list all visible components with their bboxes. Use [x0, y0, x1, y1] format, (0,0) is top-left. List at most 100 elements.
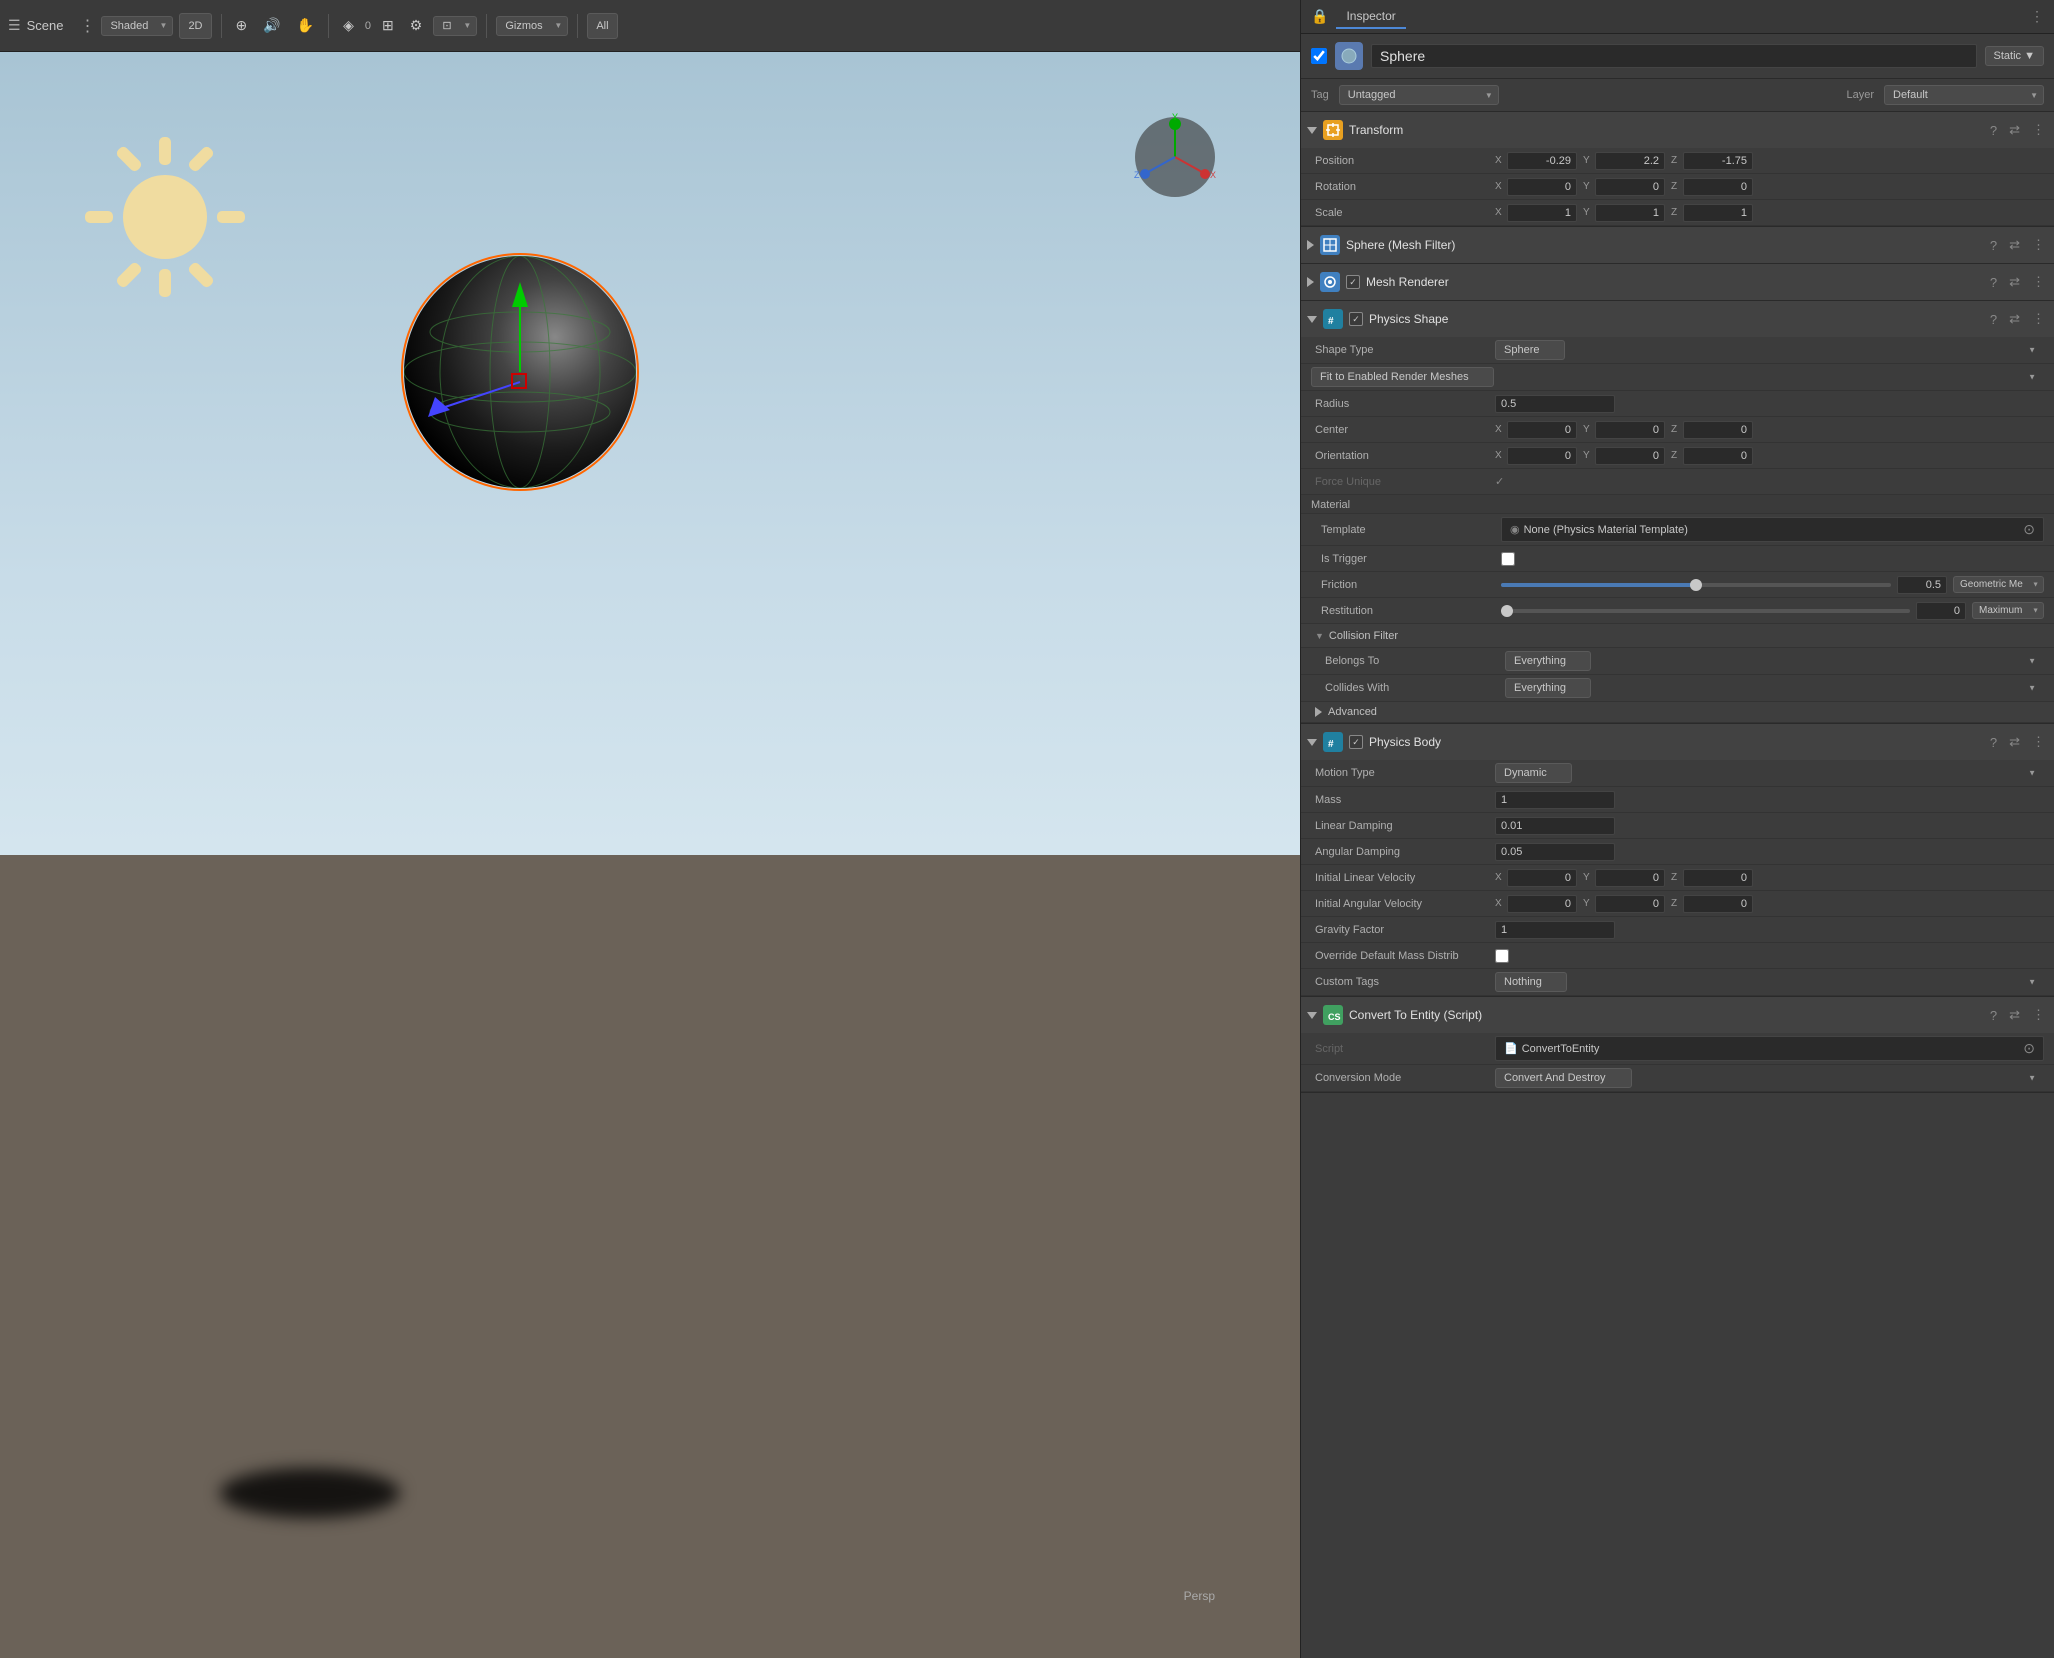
orientation-y-input[interactable]: [1595, 447, 1665, 465]
init-angular-vel-x-input[interactable]: [1507, 895, 1577, 913]
physics-shape-more-icon[interactable]: ⋮: [2029, 309, 2048, 329]
inspector-tab[interactable]: Inspector: [1336, 5, 1405, 29]
gizmos-dropdown-wrapper[interactable]: Gizmos: [496, 16, 568, 36]
scale-z-input[interactable]: [1683, 204, 1753, 222]
restitution-slider-thumb[interactable]: [1501, 605, 1513, 617]
transform-help-icon[interactable]: ?: [1987, 121, 2000, 140]
friction-mode-dropdown[interactable]: Geometric Me: [1953, 576, 2044, 593]
mesh-renderer-more-icon[interactable]: ⋮: [2029, 272, 2048, 292]
belongs-to-dropdown-wrapper[interactable]: Everything: [1505, 651, 2044, 671]
physics-body-more-icon[interactable]: ⋮: [2029, 732, 2048, 752]
init-angular-vel-z-input[interactable]: [1683, 895, 1753, 913]
conversion-mode-dropdown[interactable]: Convert And Destroy: [1495, 1068, 1632, 1088]
position-z-input[interactable]: [1683, 152, 1753, 170]
convert-entity-help-icon[interactable]: ?: [1987, 1006, 2000, 1025]
angular-damping-input[interactable]: [1495, 843, 1615, 861]
shape-type-dropdown-wrapper[interactable]: Sphere: [1495, 340, 2044, 360]
physics-shape-settings-icon[interactable]: ⇄: [2006, 309, 2023, 329]
collision-filter-header[interactable]: ▼ Collision Filter: [1301, 624, 2054, 648]
fit-dropdown[interactable]: Fit to Enabled Render Meshes: [1311, 367, 1494, 387]
friction-slider-thumb[interactable]: [1690, 579, 1702, 591]
transform-dropdown-wrapper[interactable]: ⊡: [433, 16, 477, 36]
fit-button-wrapper[interactable]: Fit to Enabled Render Meshes: [1311, 367, 2044, 387]
audio-icon[interactable]: 🔊: [258, 13, 285, 39]
gizmos-dropdown[interactable]: Gizmos: [496, 16, 568, 36]
motion-type-dropdown[interactable]: Dynamic: [1495, 763, 1572, 783]
center-y-input[interactable]: [1595, 421, 1665, 439]
physics-body-header[interactable]: # ✓ Physics Body ? ⇄ ⋮: [1301, 724, 2054, 760]
restitution-slider[interactable]: [1501, 609, 1910, 613]
transform-header[interactable]: Transform ? ⇄ ⋮: [1301, 112, 2054, 148]
physics-shape-header[interactable]: # ✓ Physics Shape ? ⇄ ⋮: [1301, 301, 2054, 337]
layer-dropdown[interactable]: Default: [1884, 85, 2044, 105]
radius-input[interactable]: [1495, 395, 1615, 413]
rotation-x-input[interactable]: [1507, 178, 1577, 196]
mesh-filter-help-icon[interactable]: ?: [1987, 236, 2000, 255]
script-picker-icon[interactable]: ⊙: [2023, 1040, 2035, 1057]
rotation-y-input[interactable]: [1595, 178, 1665, 196]
static-button[interactable]: Static ▼: [1985, 46, 2044, 66]
scene-gizmo[interactable]: Y X Z: [1130, 112, 1220, 202]
collides-with-dropdown-wrapper[interactable]: Everything: [1505, 678, 2044, 698]
scene-menu-icon[interactable]: ☰: [8, 17, 21, 34]
custom-tags-dropdown-wrapper[interactable]: Nothing: [1495, 972, 2044, 992]
object-name-input[interactable]: [1371, 44, 1977, 68]
mass-input[interactable]: [1495, 791, 1615, 809]
convert-entity-more-icon[interactable]: ⋮: [2029, 1005, 2048, 1025]
transform-dropdown[interactable]: ⊡: [433, 16, 477, 36]
custom-tags-dropdown[interactable]: Nothing: [1495, 972, 1567, 992]
all-button[interactable]: All: [587, 13, 617, 39]
position-y-input[interactable]: [1595, 152, 1665, 170]
2d-button[interactable]: 2D: [179, 13, 211, 39]
physics-body-help-icon[interactable]: ?: [1987, 733, 2000, 752]
sphere-object[interactable]: [400, 252, 640, 492]
physics-body-checkbox[interactable]: ✓: [1349, 735, 1363, 749]
move-icon[interactable]: ⊕: [231, 13, 253, 39]
layers-icon[interactable]: ◈: [338, 13, 359, 39]
belongs-to-dropdown[interactable]: Everything: [1505, 651, 1591, 671]
friction-mode-wrapper[interactable]: Geometric Me: [1953, 576, 2044, 593]
mesh-renderer-checkbox[interactable]: ✓: [1346, 275, 1360, 289]
linear-damping-input[interactable]: [1495, 817, 1615, 835]
restitution-mode-wrapper[interactable]: Maximum: [1972, 602, 2044, 619]
init-angular-vel-y-input[interactable]: [1595, 895, 1665, 913]
friction-slider[interactable]: [1501, 583, 1891, 587]
scale-x-input[interactable]: [1507, 204, 1577, 222]
inspector-more-icon[interactable]: ⋮: [2030, 8, 2044, 25]
transform-settings-icon[interactable]: ⇄: [2006, 120, 2023, 140]
advanced-row[interactable]: Advanced: [1301, 702, 2054, 723]
mesh-filter-more-icon[interactable]: ⋮: [2029, 235, 2048, 255]
grid-icon[interactable]: ⊞: [377, 13, 399, 39]
physics-body-settings-icon[interactable]: ⇄: [2006, 732, 2023, 752]
conversion-mode-dropdown-wrapper[interactable]: Convert And Destroy: [1495, 1068, 2044, 1088]
motion-type-dropdown-wrapper[interactable]: Dynamic: [1495, 763, 2044, 783]
transform-more-icon[interactable]: ⋮: [2029, 120, 2048, 140]
scale-y-input[interactable]: [1595, 204, 1665, 222]
lock-icon[interactable]: 🔒: [1311, 8, 1328, 25]
shaded-dropdown[interactable]: Shaded: [101, 16, 173, 36]
scene-dots-icon[interactable]: ⋮: [79, 16, 95, 36]
shaded-dropdown-wrapper[interactable]: Shaded: [101, 16, 173, 36]
friction-value-input[interactable]: [1897, 576, 1947, 594]
orientation-z-input[interactable]: [1683, 447, 1753, 465]
mesh-filter-settings-icon[interactable]: ⇄: [2006, 235, 2023, 255]
physics-shape-help-icon[interactable]: ?: [1987, 310, 2000, 329]
center-x-input[interactable]: [1507, 421, 1577, 439]
object-active-checkbox[interactable]: [1311, 48, 1327, 64]
convert-entity-settings-icon[interactable]: ⇄: [2006, 1005, 2023, 1025]
override-mass-checkbox[interactable]: [1495, 949, 1509, 963]
position-x-input[interactable]: [1507, 152, 1577, 170]
rotation-z-input[interactable]: [1683, 178, 1753, 196]
mesh-renderer-settings-icon[interactable]: ⇄: [2006, 272, 2023, 292]
init-linear-vel-z-input[interactable]: [1683, 869, 1753, 887]
gravity-factor-input[interactable]: [1495, 921, 1615, 939]
template-picker-icon[interactable]: ⊙: [2023, 521, 2035, 538]
hand-icon[interactable]: ✋: [292, 13, 319, 39]
init-linear-vel-y-input[interactable]: [1595, 869, 1665, 887]
mesh-filter-header[interactable]: Sphere (Mesh Filter) ? ⇄ ⋮: [1301, 227, 2054, 263]
physics-shape-checkbox[interactable]: ✓: [1349, 312, 1363, 326]
shape-type-dropdown[interactable]: Sphere: [1495, 340, 1565, 360]
layer-dropdown-wrapper[interactable]: Default: [1884, 85, 2044, 105]
collides-with-dropdown[interactable]: Everything: [1505, 678, 1591, 698]
orientation-x-input[interactable]: [1507, 447, 1577, 465]
